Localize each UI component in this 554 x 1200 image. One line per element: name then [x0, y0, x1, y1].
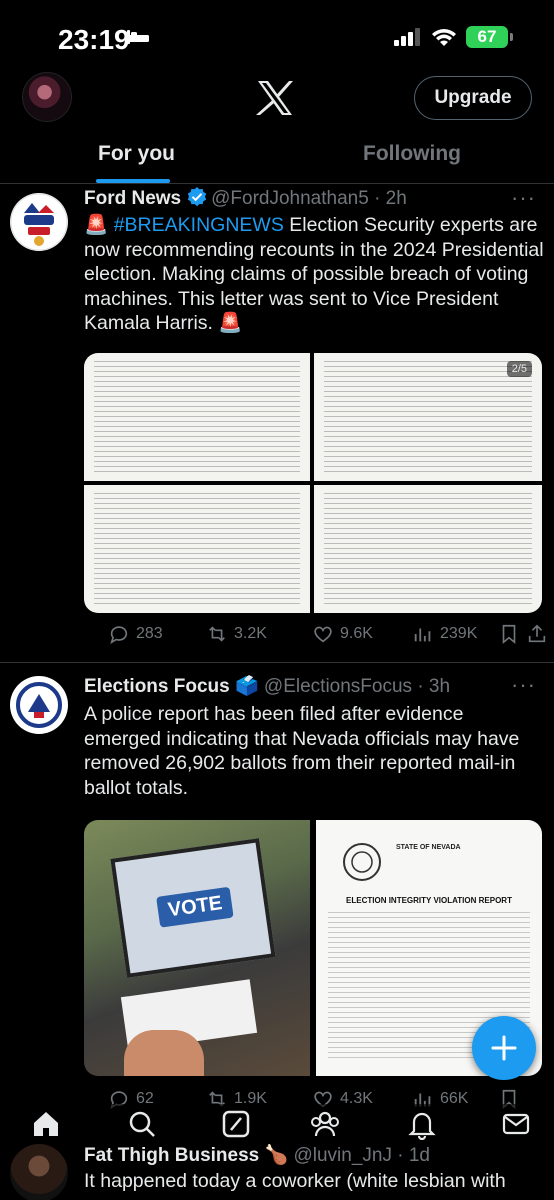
report-heading: STATE OF NEVADA [396, 844, 461, 851]
sleep-focus-icon [127, 30, 149, 44]
plus-icon [491, 1035, 517, 1061]
more-options-icon[interactable]: ··· [511, 185, 536, 211]
voting-screen: VOTE [110, 838, 276, 978]
like-button[interactable]: 9.6K [312, 623, 373, 645]
letter-page-image[interactable] [84, 353, 310, 481]
status-time: 23:19 [58, 24, 130, 55]
siren-emoji: 🚨 [84, 214, 114, 236]
cellular-signal-icon [394, 28, 420, 46]
notifications-bell-icon[interactable] [406, 1108, 438, 1140]
author-avatar[interactable] [10, 1144, 68, 1200]
media-counter: 2/5 [506, 361, 532, 377]
author-name[interactable]: Fat Thigh Business 🍗 [84, 1145, 288, 1166]
hashtag-link[interactable]: #BREAKINGNEWS [114, 214, 284, 236]
post-text: A police report has been filed after evi… [84, 703, 520, 799]
post-header: Fat Thigh Business 🍗 @luvin_JnJ · 1d [84, 1143, 430, 1167]
verified-badge-icon [187, 187, 207, 207]
letter-page-image[interactable]: 2/5 [314, 353, 542, 481]
post-header: Ford News @FordJohnathan5 · 2h [84, 187, 407, 210]
post[interactable]: Elections Focus 🗳️ @ElectionsFocus · 3h … [0, 664, 554, 1124]
ford-news-logo-icon [10, 193, 68, 251]
heart-icon [314, 626, 332, 643]
letter-page-image[interactable] [314, 485, 542, 613]
author-avatar[interactable] [10, 676, 68, 734]
tab-for-you[interactable]: For you [98, 142, 175, 166]
hand [124, 1030, 204, 1076]
views-button[interactable]: 239K [412, 623, 477, 645]
timeline-tabs: For you Following [0, 128, 554, 184]
views-chart-icon [414, 628, 431, 642]
author-name[interactable]: Ford News [84, 188, 181, 209]
vote-sign: VOTE [156, 886, 235, 928]
author-name[interactable]: Elections Focus 🗳️ [84, 676, 259, 697]
reply-icon [110, 626, 128, 645]
author-handle: @FordJohnathan5 · 2h [211, 188, 407, 209]
post-media-grid[interactable]: 2/5 [84, 353, 542, 613]
post-actions: 283 3.2K 9.6K 239K [84, 623, 546, 653]
repost-count: 3.2K [234, 625, 267, 642]
share-icon [528, 624, 546, 643]
battery-indicator: 67 [466, 26, 513, 48]
voting-machine-photo[interactable]: VOTE [84, 820, 310, 1076]
tab-following[interactable]: Following [363, 142, 461, 166]
grok-icon[interactable] [220, 1108, 252, 1140]
repost-button[interactable]: 3.2K [206, 623, 267, 645]
repost-icon [209, 626, 225, 642]
wifi-icon [432, 29, 456, 46]
profile-avatar[interactable] [22, 72, 72, 122]
elections-focus-logo-icon [11, 677, 67, 733]
x-logo-icon [256, 81, 293, 115]
author-avatar[interactable] [10, 193, 68, 251]
search-icon[interactable] [126, 1108, 158, 1140]
bottom-nav [0, 1104, 554, 1144]
communities-icon[interactable] [308, 1108, 342, 1140]
compose-post-button[interactable] [472, 1016, 536, 1080]
letter-page-image[interactable] [84, 485, 310, 613]
post-header: Elections Focus 🗳️ @ElectionsFocus · 3h [84, 674, 450, 698]
bookmark-icon [502, 624, 516, 645]
status-bar: 23:19 67 [0, 0, 554, 72]
post[interactable]: Ford News @FordJohnathan5 · 2h ··· 🚨 #BRE… [0, 185, 554, 663]
active-tab-indicator [96, 179, 170, 183]
author-handle: @ElectionsFocus · 3h [263, 676, 451, 697]
more-options-icon[interactable]: ··· [511, 672, 536, 698]
upgrade-button[interactable]: Upgrade [414, 76, 532, 120]
author-handle: @luvin_JnJ · 1d [293, 1145, 430, 1166]
home-icon[interactable] [30, 1108, 62, 1140]
report-title: ELECTION INTEGRITY VIOLATION REPORT [346, 896, 512, 905]
share-button[interactable] [526, 623, 548, 645]
view-count: 239K [440, 625, 478, 642]
messages-envelope-icon[interactable] [500, 1108, 532, 1140]
reply-count: 283 [136, 625, 163, 642]
like-count: 9.6K [340, 625, 373, 642]
reply-button[interactable]: 283 [108, 623, 163, 645]
post-text: 🚨 #BREAKINGNEWS Election Security expert… [84, 213, 544, 336]
bookmark-button[interactable] [498, 623, 520, 645]
post-text: It happened today a coworker (white lesb… [84, 1170, 506, 1192]
nevada-seal-icon [343, 843, 381, 881]
